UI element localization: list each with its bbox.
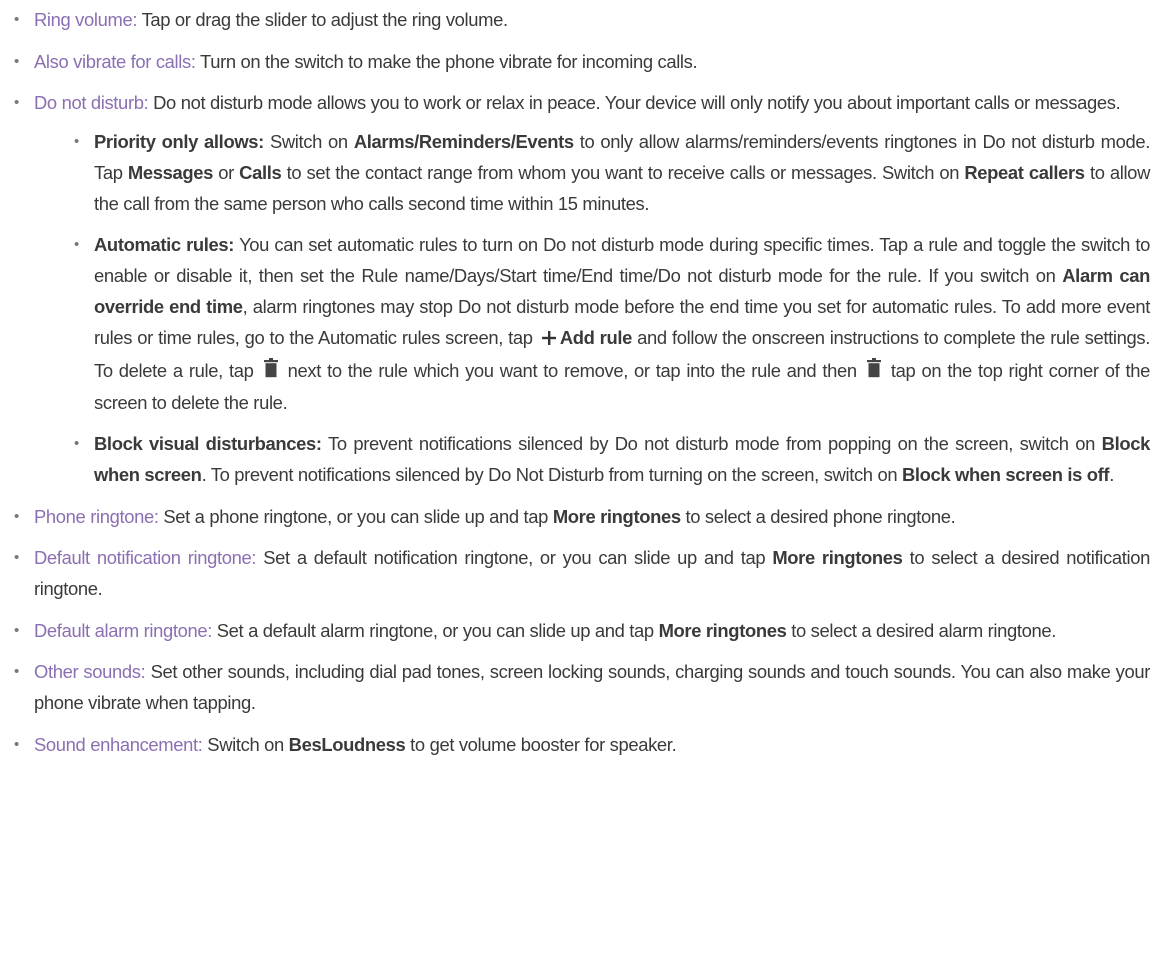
term-do-not-disturb: Do not disturb:	[34, 92, 149, 113]
list-item-sound-enhancement: • Sound enhancement: Switch on BesLoudne…	[14, 729, 1150, 760]
desc-also-vibrate: Turn on the switch to make the phone vib…	[195, 50, 698, 72]
text-run: . To prevent notifications silenced by D…	[201, 464, 902, 486]
list-item-also-vibrate: • Also vibrate for calls: Turn on the sw…	[14, 46, 1150, 77]
bold-repeat-callers: Repeat callers	[964, 162, 1085, 183]
bullet: •	[14, 94, 19, 111]
trash-icon	[263, 356, 279, 387]
list-item-ring-volume: • Ring volume: Tap or drag the slider to…	[14, 4, 1150, 35]
bullet: •	[14, 549, 19, 567]
bullet: •	[14, 507, 19, 525]
desc-other-sounds: Set other sounds, including dial pad ton…	[34, 661, 1151, 714]
bullet: •	[74, 236, 79, 253]
sub-label-priority: Priority only allows:	[94, 131, 264, 152]
desc-do-not-disturb: Do not disturb mode allows you to work o…	[148, 92, 1121, 113]
text-run: To prevent notifications silenced by Do …	[321, 433, 1102, 455]
desc-ring-volume: Tap or drag the slider to adjust the rin…	[137, 9, 509, 30]
term-alarm-ringtone: Default alarm ringtone:	[34, 619, 212, 641]
list-item-alarm-ringtone: • Default alarm ringtone: Set a default …	[14, 615, 1150, 646]
sub-label-block-visual: Block visual disturbances:	[94, 433, 322, 455]
sub-label-automatic-rules: Automatic rules:	[94, 234, 235, 255]
text-run: to set the contact range from whom you w…	[281, 162, 965, 183]
text-run: Switch on	[263, 131, 354, 152]
text-run: Set a default alarm ringtone, or you can…	[212, 619, 659, 641]
term-notification-ringtone: Default notification ringtone:	[34, 547, 257, 569]
text-run: to get volume booster for speaker.	[405, 733, 677, 755]
sub-item-priority: • Priority only allows: Switch on Alarms…	[74, 126, 1150, 219]
text-run: Set a default notification ringtone, or …	[256, 547, 773, 569]
document-page: • Ring volume: Tap or drag the slider to…	[0, 0, 1158, 971]
text-run: or	[212, 162, 240, 183]
bold-more-ringtones: More ringtones	[552, 505, 681, 527]
bullet: •	[14, 663, 19, 681]
list-item-phone-ringtone: • Phone ringtone: Set a phone ringtone, …	[14, 501, 1150, 532]
bold-alarms-reminders-events: Alarms/Reminders/Events	[353, 131, 574, 152]
list-item-do-not-disturb: • Do not disturb: Do not disturb mode al…	[14, 87, 1150, 490]
bold-calls: Calls	[239, 162, 282, 183]
text-run: .	[1109, 464, 1114, 486]
bullet: •	[14, 11, 19, 28]
bullet: •	[14, 52, 19, 70]
list-item-other-sounds: • Other sounds: Set other sounds, includ…	[14, 656, 1150, 718]
bold-besloudness: BesLoudness	[288, 733, 406, 755]
bold-add-rule: Add rule	[559, 327, 633, 348]
text-run: Switch on	[202, 733, 289, 755]
term-ring-volume: Ring volume:	[34, 9, 138, 30]
term-also-vibrate: Also vibrate for calls:	[34, 50, 196, 72]
text-run: next to the rule which you want to remov…	[281, 359, 863, 381]
do-not-disturb-sublist: • Priority only allows: Switch on Alarms…	[74, 126, 1150, 490]
trash-icon	[866, 356, 882, 387]
bold-block-when-screen-off: Block when screen is off	[901, 464, 1110, 486]
term-sound-enhancement: Sound enhancement:	[34, 733, 203, 755]
text-run: Set a phone ringtone, or you can slide u…	[158, 505, 553, 527]
bullet: •	[14, 621, 19, 639]
list-item-notification-ringtone: • Default notification ringtone: Set a d…	[14, 542, 1150, 604]
bullet: •	[14, 735, 19, 753]
bold-more-ringtones: More ringtones	[772, 547, 903, 569]
bullet: •	[74, 133, 79, 150]
term-other-sounds: Other sounds:	[34, 661, 146, 683]
bullet: •	[74, 435, 79, 453]
bold-messages: Messages	[127, 162, 213, 183]
text-run: to select a desired alarm ringtone.	[786, 619, 1057, 641]
bold-more-ringtones: More ringtones	[658, 619, 787, 641]
term-phone-ringtone: Phone ringtone:	[34, 505, 159, 527]
text-run: to select a desired phone ringtone.	[680, 505, 956, 527]
sub-item-automatic-rules: • Automatic rules: You can set automatic…	[74, 229, 1150, 418]
text-run: You can set automatic rules to turn on D…	[94, 234, 1150, 286]
sub-item-block-visual: • Block visual disturbances: To prevent …	[74, 428, 1150, 490]
plus-icon	[541, 324, 557, 355]
